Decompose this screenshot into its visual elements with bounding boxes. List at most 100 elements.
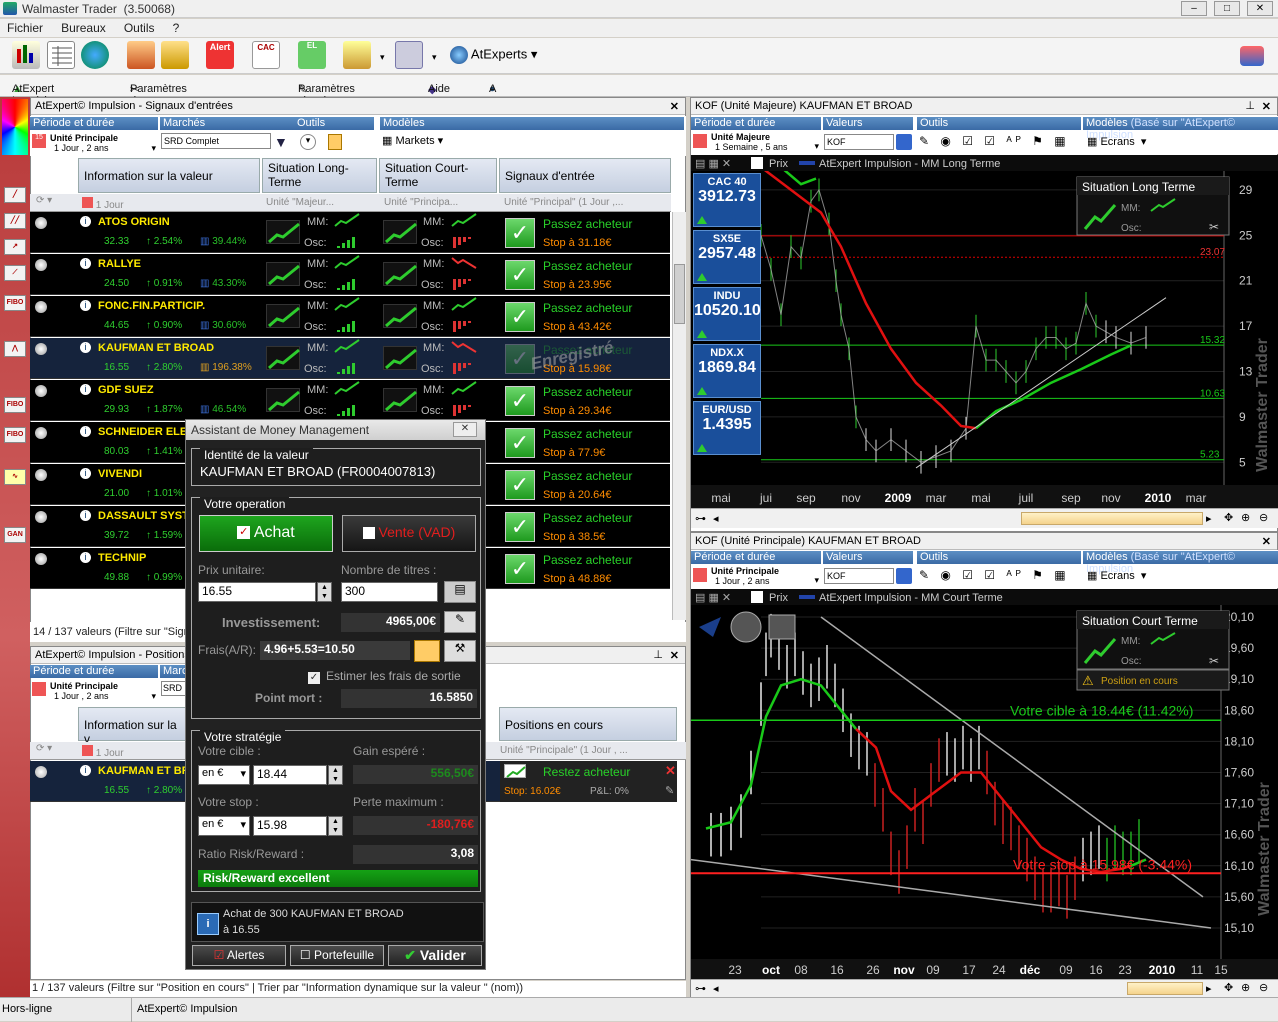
line-tool-icon[interactable]: ⟋ bbox=[4, 265, 26, 281]
info-icon[interactable]: i bbox=[80, 552, 91, 563]
zoom-in-icon[interactable]: ⊕ bbox=[1241, 511, 1250, 524]
close-icon[interactable]: ✕ bbox=[670, 99, 679, 115]
signals-scrollbar[interactable] bbox=[672, 212, 686, 620]
link-icon[interactable]: ⊶ bbox=[695, 512, 706, 525]
color-palette[interactable] bbox=[2, 99, 28, 155]
col-ct-header[interactable]: Situation Court-Terme bbox=[379, 158, 497, 193]
stop-stepper[interactable]: ▲ ▼ bbox=[328, 816, 343, 836]
info-icon[interactable]: i bbox=[80, 300, 91, 311]
edit-icon[interactable]: ✎ bbox=[665, 784, 674, 797]
channel-tool-icon[interactable]: ╱╱ bbox=[4, 213, 26, 229]
close-icon[interactable]: ✕ bbox=[453, 422, 477, 437]
minimize-button[interactable]: – bbox=[1181, 1, 1207, 16]
buy-check-icon[interactable]: ✓ bbox=[505, 260, 535, 290]
index-quote[interactable]: INDU 10520.10 bbox=[693, 287, 761, 341]
estimer-checkbox[interactable]: ✓ Estimer les frais de sortie bbox=[308, 669, 461, 684]
menu-bureaux[interactable]: Bureaux bbox=[61, 19, 106, 37]
move-icon[interactable]: ✥ bbox=[1224, 511, 1233, 524]
pos-col-positions[interactable]: Positions en cours bbox=[499, 707, 677, 741]
fibo-fan-tool-icon[interactable]: FIBO bbox=[4, 397, 26, 413]
tools-icon[interactable]: ⚒ bbox=[444, 640, 476, 662]
cible-unit-select[interactable]: en € ▾ bbox=[198, 765, 250, 785]
chevron-down-icon[interactable]: ▾ bbox=[380, 52, 385, 63]
globe-icon[interactable] bbox=[81, 41, 109, 69]
fibo-tool-icon[interactable]: FIBO bbox=[4, 295, 26, 311]
pos-filter-pos[interactable]: Unité "Principale" (1 Jour , ... bbox=[500, 745, 628, 756]
book-icon[interactable] bbox=[896, 134, 912, 150]
buy-check-icon[interactable]: ✓ bbox=[505, 218, 535, 248]
scroll-left-icon[interactable]: ◂ bbox=[713, 982, 719, 995]
stop-unit-select[interactable]: en € ▾ bbox=[198, 816, 250, 836]
pencil-icon[interactable]: ✎ bbox=[444, 611, 476, 633]
info-icon[interactable]: i bbox=[80, 342, 91, 353]
el-icon[interactable]: EL bbox=[298, 41, 326, 69]
filter-sig[interactable]: Unité "Principal" (1 Jour ,... bbox=[504, 197, 623, 208]
lock-icon[interactable] bbox=[328, 134, 342, 150]
chart-top-area[interactable]: 29252117139524.9523.0715.3210.635.23▤ ▦ … bbox=[691, 143, 1278, 508]
arrow-tool-icon[interactable]: ↗ bbox=[4, 239, 26, 255]
col-lt-header[interactable]: Situation Long-Terme bbox=[262, 158, 377, 193]
periode-selector[interactable]: 15 Unité Principale 1 Jour , 2 ans ▾ bbox=[32, 132, 158, 154]
edit-icon[interactable] bbox=[161, 41, 189, 69]
index-quote[interactable]: SX5E 2957.48 bbox=[693, 230, 761, 284]
sort-icon[interactable]: ▾ bbox=[300, 134, 316, 150]
refresh-icon[interactable]: ⟳ ▾ bbox=[36, 195, 52, 206]
close-icon[interactable]: ✕ bbox=[670, 648, 679, 664]
zoom-out-icon[interactable]: ⊖ bbox=[1259, 981, 1268, 994]
buy-check-icon[interactable]: ✓ bbox=[505, 512, 535, 542]
chart-bottom-scrollbar[interactable]: ⊶ ◂ ▸ ✥ ⊕ ⊖ bbox=[691, 979, 1278, 997]
chevron-down-icon[interactable]: ▾ bbox=[432, 52, 437, 63]
lock-icon[interactable] bbox=[414, 640, 440, 662]
nb-input[interactable]: 300 bbox=[341, 582, 438, 602]
zoom-in-icon[interactable]: ⊕ bbox=[1241, 981, 1250, 994]
ct-ecrans-button[interactable]: ▦ Ecrans ▾ bbox=[1087, 135, 1146, 148]
pitchfork-tool-icon[interactable]: ⋀ bbox=[4, 341, 26, 357]
info-icon[interactable]: i bbox=[80, 510, 91, 521]
trendline-tool-icon[interactable]: ╱ bbox=[4, 187, 26, 203]
wave-tool-icon[interactable]: ∿ bbox=[4, 469, 26, 485]
chart-icon[interactable] bbox=[12, 41, 40, 69]
table-row[interactable]: i KAUFMAN ET BROAD 16.55 ↑ 2.80% ▥ 196.3… bbox=[30, 337, 670, 379]
info-icon[interactable]: i bbox=[80, 765, 91, 776]
ct-periode-selector[interactable]: Unité Majeure 1 Semaine , 5 ans ▾ bbox=[693, 132, 821, 152]
ct-tools-icons[interactable]: ✎ ◉ ☑ ☑ ᴬᴾ ⚑ ▦ bbox=[919, 134, 1070, 148]
info-icon[interactable]: i bbox=[80, 384, 91, 395]
calculator-icon[interactable]: ▤ bbox=[444, 581, 476, 603]
pin-icon[interactable]: ⊥ bbox=[1245, 98, 1255, 114]
info-icon[interactable]: i bbox=[80, 258, 91, 269]
cb-tools-icons[interactable]: ✎ ◉ ☑ ☑ ᴬᴾ ⚑ ▦ bbox=[919, 568, 1070, 582]
pos-filter-1jour[interactable]: 1 Jour bbox=[82, 745, 124, 759]
scroll-thumb[interactable] bbox=[1021, 512, 1203, 525]
pin-icon[interactable]: ⊥ bbox=[653, 647, 663, 663]
valider-button[interactable]: ✔ Valider bbox=[388, 945, 482, 966]
zoom-out-icon[interactable]: ⊖ bbox=[1259, 511, 1268, 524]
refresh-icon[interactable]: ⟳ ▾ bbox=[36, 743, 52, 754]
table-row[interactable]: i GDF SUEZ 29.93 ↑ 1.87% ▥ 46.54% MM: Os… bbox=[30, 380, 670, 421]
buy-check-icon[interactable]: ✓ bbox=[505, 554, 535, 584]
maximize-button[interactable]: □ bbox=[1214, 1, 1240, 16]
fibo-arc-tool-icon[interactable]: FIBO bbox=[4, 427, 26, 443]
scroll-left-icon[interactable]: ◂ bbox=[713, 512, 719, 525]
cb-periode-selector[interactable]: Unité Principale 1 Jour , 2 ans ▾ bbox=[693, 566, 821, 586]
index-quote[interactable]: CAC 40 3912.73 bbox=[693, 173, 761, 227]
cible-stepper[interactable]: ▲ ▼ bbox=[328, 765, 343, 785]
buy-check-icon[interactable]: ✓ bbox=[505, 470, 535, 500]
modeles-selector[interactable]: ▦ Markets ▾ bbox=[382, 134, 443, 147]
chart-top-scrollbar[interactable]: ⊶ ◂ ▸ ✥ ⊕ ⊖ bbox=[691, 508, 1278, 528]
bar-chart-icon[interactable] bbox=[343, 41, 371, 69]
cible-input[interactable]: 18.44 bbox=[253, 765, 327, 785]
marches-dropdown-icon[interactable]: ▼ bbox=[274, 134, 288, 150]
table-icon[interactable] bbox=[47, 41, 75, 69]
close-icon[interactable]: ✕ bbox=[1262, 534, 1271, 550]
buy-check-icon[interactable]: ✓ bbox=[505, 302, 535, 332]
col-sig-header[interactable]: Signaux d'entrée bbox=[499, 158, 671, 193]
list-icon[interactable] bbox=[127, 41, 155, 69]
scroll-right-icon[interactable]: ▸ bbox=[1206, 512, 1212, 525]
table-row[interactable]: i ATOS ORIGIN 32.33 ↑ 2.54% ▥ 39.44% MM:… bbox=[30, 212, 670, 253]
table-row[interactable]: i RALLYE 24.50 ↑ 0.91% ▥ 43.30% MM: Osc:… bbox=[30, 254, 670, 295]
close-position-icon[interactable]: ✕ bbox=[665, 763, 676, 779]
menu-fichier[interactable]: Fichier bbox=[7, 19, 43, 37]
menu-outils[interactable]: Outils bbox=[124, 19, 155, 37]
close-button[interactable]: ✕ bbox=[1247, 1, 1273, 16]
menu-help[interactable]: ? bbox=[173, 19, 180, 37]
